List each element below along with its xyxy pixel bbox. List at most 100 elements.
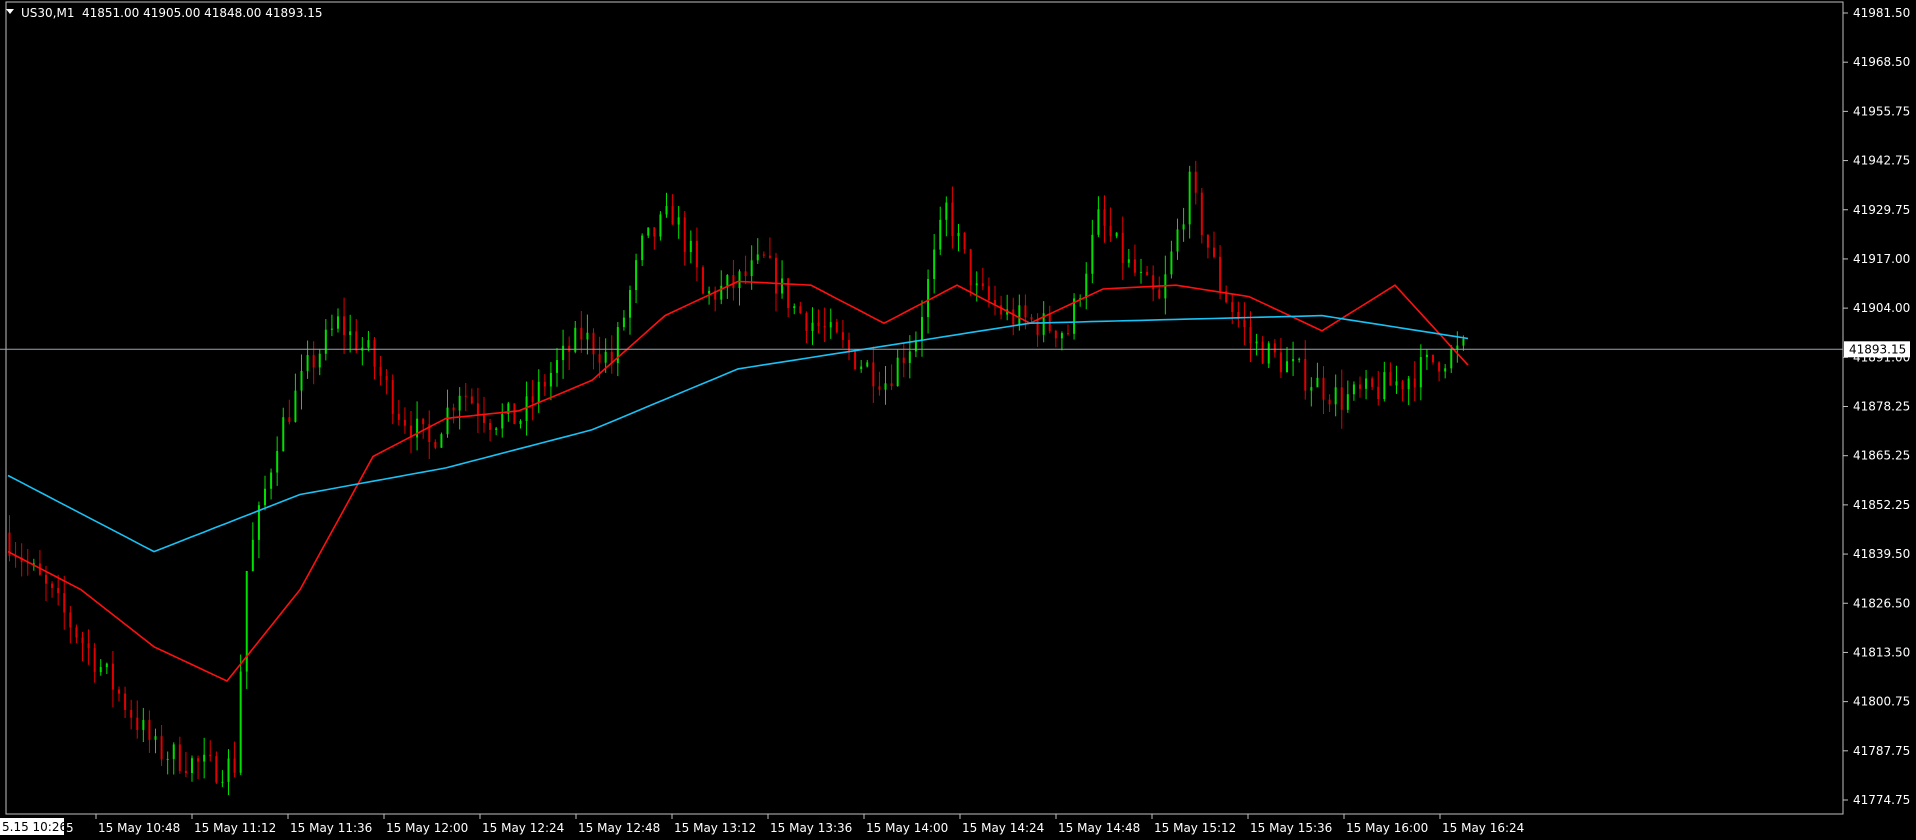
candle-body: [337, 316, 339, 329]
candle-body: [270, 472, 273, 489]
candle-body: [835, 322, 838, 333]
price-tick-label: 41774.75: [1853, 793, 1910, 807]
candle-body: [659, 214, 662, 237]
candle-body: [148, 720, 151, 740]
price-tick-label: 41929.75: [1853, 203, 1910, 217]
price-tick-label: 41813.50: [1853, 645, 1910, 659]
candle-body: [1176, 229, 1179, 252]
candle-body: [726, 275, 729, 286]
price-tick-label: 41852.25: [1853, 498, 1910, 512]
candle-body: [1219, 256, 1222, 292]
candle-body: [969, 249, 972, 286]
candle-body: [586, 332, 589, 340]
candle-body: [1249, 327, 1252, 344]
candle-body: [1419, 357, 1422, 388]
price-tick-label: 41904.00: [1853, 301, 1910, 315]
candle-body: [878, 386, 881, 390]
candle-body: [1255, 341, 1258, 344]
candle-body: [1334, 387, 1337, 405]
candle-body: [1018, 305, 1021, 325]
candle-body: [312, 355, 315, 368]
price-tick-label: 41955.75: [1853, 104, 1910, 118]
candle-body: [1200, 192, 1203, 235]
candle-body: [750, 260, 753, 277]
candle-body: [543, 381, 546, 387]
candle-body: [93, 648, 96, 673]
candle-body: [1103, 209, 1106, 226]
candle-body: [635, 260, 638, 291]
candle-body: [951, 202, 954, 237]
time-tick-label: 15 May 14:48: [1058, 821, 1140, 835]
candle-body: [653, 227, 656, 237]
candle-body: [349, 331, 352, 336]
candle-body: [1140, 271, 1142, 273]
candle-body: [1030, 317, 1033, 320]
candle-body: [1060, 333, 1063, 339]
candle-body: [1438, 362, 1441, 372]
candle-body: [793, 306, 796, 309]
candle-body: [629, 290, 631, 318]
price-tick-label: 41942.75: [1853, 154, 1910, 168]
candle-body: [1444, 368, 1447, 372]
candle-body: [1322, 377, 1325, 400]
price-tick-label: 41981.50: [1853, 6, 1910, 20]
candle-body: [51, 583, 54, 588]
chart-background: [0, 0, 1916, 840]
price-tick-label: 41839.50: [1853, 547, 1910, 561]
candle-body: [434, 441, 437, 448]
candle-body: [136, 717, 139, 730]
candle-body: [556, 360, 558, 373]
candle-body: [762, 254, 765, 256]
candle-body: [1425, 354, 1428, 358]
current-price-badge: 41893.15: [1844, 341, 1910, 358]
candle-body: [884, 383, 887, 390]
candle-body: [799, 306, 802, 314]
candle-body: [209, 754, 212, 757]
candle-body: [1231, 302, 1234, 312]
candle-body: [227, 758, 230, 782]
candle-body: [355, 331, 358, 351]
candle-body: [787, 278, 790, 309]
candle-body: [282, 417, 285, 452]
candle-body: [391, 380, 394, 414]
candle-body: [197, 758, 200, 762]
candle-body: [841, 332, 844, 340]
candle-body: [1097, 209, 1100, 235]
candle-body: [549, 372, 552, 387]
candle-body: [1012, 309, 1015, 325]
candle-body: [1365, 378, 1368, 389]
candle-body: [568, 345, 571, 352]
candle-body: [1036, 319, 1039, 335]
candle-body: [495, 428, 498, 430]
time-tick-label: 15 May 12:24: [482, 821, 564, 835]
candle-body: [1340, 387, 1343, 410]
time-tick-label: 15 May 10:48: [98, 821, 180, 835]
price-tick-label: 41878.25: [1853, 400, 1910, 414]
price-chart[interactable]: 41981.50 41968.50 41955.75 41942.75 41929.75…: [0, 0, 1916, 840]
candle-body: [452, 407, 455, 411]
candle-body: [981, 283, 984, 287]
candle-body: [1158, 289, 1161, 299]
time-tick-label: 15 May 13:12: [674, 821, 756, 835]
candle-body: [957, 232, 960, 237]
candle-body: [1279, 352, 1282, 373]
candle-body: [519, 421, 522, 425]
candle-body: [854, 350, 857, 370]
candle-body: [154, 736, 157, 740]
candle-body: [1170, 251, 1173, 275]
candle-body: [622, 317, 625, 328]
candle-body: [902, 357, 905, 363]
candle-body: [647, 227, 650, 236]
price-tick-label: 41787.75: [1853, 744, 1910, 758]
candle-body: [288, 417, 291, 422]
candle-body: [1413, 378, 1416, 388]
candle-body: [75, 627, 78, 638]
candle-body: [1377, 386, 1380, 400]
ohlc-label: 41851.00 41905.00 41848.00 41893.15: [82, 6, 322, 20]
candle-body: [1286, 361, 1288, 373]
candle-body: [1395, 381, 1398, 386]
candle-body: [300, 370, 303, 391]
candle-body: [1243, 319, 1246, 328]
time-tick-label: 15 May 15:12: [1154, 821, 1236, 835]
candle-body: [574, 327, 577, 352]
